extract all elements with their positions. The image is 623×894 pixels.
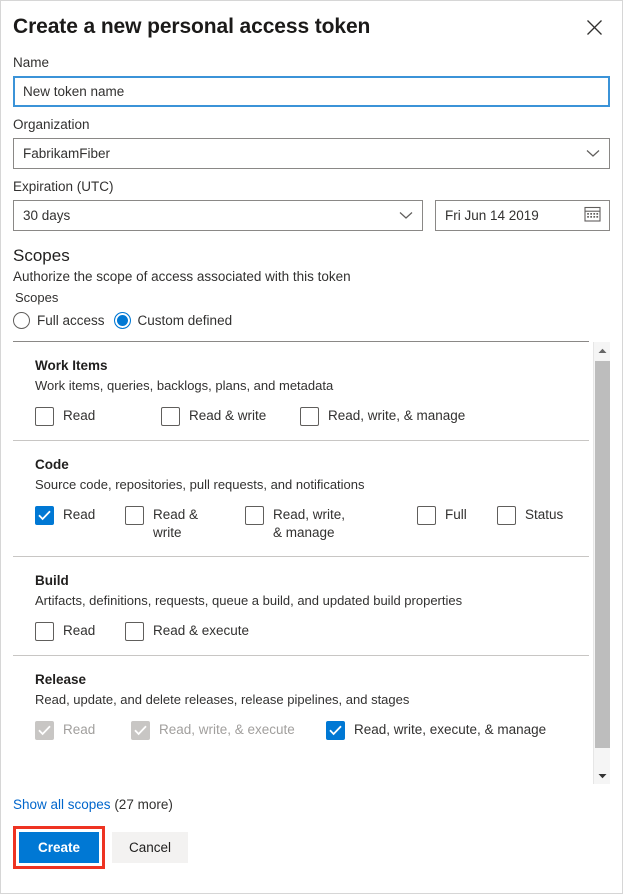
checkbox-icon-checked: [326, 721, 345, 740]
create-button[interactable]: Create: [19, 832, 100, 863]
checkbox-build-read[interactable]: Read: [35, 622, 125, 641]
scrollbar-thumb[interactable]: [595, 361, 610, 748]
scroll-down-arrow-icon[interactable]: [594, 767, 611, 784]
scopes-description: Authorize the scope of access associated…: [13, 269, 351, 284]
scope-checkbox-row: Read Read & execute: [35, 622, 589, 641]
checkbox-icon: [35, 407, 54, 426]
dialog-footer: Create Cancel: [13, 826, 610, 869]
scope-checkbox-row: Read Read, write, & execute Read, write,…: [35, 721, 589, 740]
checkbox-icon: [245, 506, 264, 525]
scope-group-title: Release: [35, 672, 87, 687]
scope-group-build: Build Artifacts, definitions, requests, …: [13, 557, 589, 656]
organization-select[interactable]: FabrikamFiber: [13, 138, 610, 169]
scope-group-title: Code: [35, 457, 69, 472]
organization-label: Organization: [13, 117, 90, 132]
close-button[interactable]: [578, 11, 610, 43]
scope-group-description: Source code, repositories, pull requests…: [35, 477, 365, 492]
name-input[interactable]: [13, 76, 610, 107]
checkbox-icon: [300, 407, 319, 426]
chevron-down-icon: [586, 145, 600, 163]
scope-list-wrap: Work Items Work items, queries, backlogs…: [13, 341, 610, 784]
scope-checkbox-row: Read Read & write Read, write, & manage: [35, 407, 589, 426]
checkbox-work-items-read-write[interactable]: Read & write: [161, 407, 300, 426]
checkbox-label: Status: [525, 507, 564, 522]
checkbox-icon: [125, 506, 144, 525]
expiration-date-field[interactable]: Fri Jun 14 2019: [435, 200, 610, 231]
checkbox-release-read: Read: [35, 721, 131, 740]
scope-group-description: Artifacts, definitions, requests, queue …: [35, 593, 463, 608]
checkbox-code-status[interactable]: Status: [497, 506, 563, 525]
scope-group-title: Work Items: [35, 358, 108, 373]
checkbox-label: Read, write, & execute: [159, 722, 295, 737]
create-pat-dialog: Create a new personal access token Name …: [0, 0, 623, 894]
dialog-header: Create a new personal access token: [13, 1, 610, 53]
scopes-radio-group-label: Scopes: [15, 290, 59, 305]
cancel-button[interactable]: Cancel: [112, 832, 189, 863]
checkbox-label: Read & execute: [153, 623, 250, 638]
checkbox-work-items-read-write-manage[interactable]: Read, write, & manage: [300, 407, 465, 426]
checkbox-release-read-write-execute: Read, write, & execute: [131, 721, 326, 740]
scope-group-work-items: Work Items Work items, queries, backlogs…: [13, 342, 589, 441]
radio-icon: [13, 312, 30, 329]
name-label: Name: [13, 55, 50, 70]
show-all-scopes-count: (27 more): [110, 797, 173, 812]
checkbox-release-read-write-execute-manage[interactable]: Read, write, execute, & manage: [326, 721, 546, 740]
checkbox-code-read-write-manage[interactable]: Read, write, & manage: [245, 506, 417, 542]
checkbox-label: Read: [63, 722, 96, 737]
radio-label: Full access: [37, 313, 105, 328]
checkbox-icon: [417, 506, 436, 525]
scope-group-title: Build: [35, 573, 69, 588]
expiration-preset-select[interactable]: 30 days: [13, 200, 423, 231]
calendar-icon: [584, 205, 601, 227]
scope-list-scrollbar[interactable]: [593, 342, 610, 784]
radio-icon-selected: [113, 312, 131, 329]
radio-custom-defined[interactable]: Custom defined: [113, 312, 233, 329]
checkbox-label: Read & write: [189, 408, 267, 423]
scope-group-code: Code Source code, repositories, pull req…: [13, 441, 589, 557]
checkbox-label: Read & write: [153, 507, 199, 540]
radio-label: Custom defined: [137, 313, 233, 328]
page-title: Create a new personal access token: [13, 15, 371, 38]
radio-full-access[interactable]: Full access: [13, 312, 105, 329]
expiration-preset-value: 30 days: [23, 208, 71, 223]
checkbox-icon: [35, 622, 54, 641]
scope-group-description: Read, update, and delete releases, relea…: [35, 692, 410, 707]
scopes-radio-group: Full access Custom defined: [13, 312, 610, 329]
checkbox-label: Full: [445, 507, 467, 522]
checkbox-label: Read, write, execute, & manage: [354, 722, 547, 737]
checkbox-label: Read, write, & manage: [328, 408, 466, 423]
scopes-heading: Scopes: [13, 246, 70, 265]
checkbox-label: Read: [63, 408, 96, 423]
organization-value: FabrikamFiber: [23, 146, 111, 161]
checkbox-icon-disabled-checked: [131, 721, 150, 740]
scope-group-release: Release Read, update, and delete release…: [13, 656, 589, 754]
close-icon: [586, 19, 603, 36]
checkbox-icon: [497, 506, 516, 525]
checkbox-icon-disabled-checked: [35, 721, 54, 740]
scope-list: Work Items Work items, queries, backlogs…: [13, 341, 589, 784]
create-button-highlight: Create: [13, 826, 106, 869]
checkbox-work-items-read[interactable]: Read: [35, 407, 161, 426]
checkbox-label: Read, write, & manage: [273, 507, 346, 540]
checkbox-icon-checked: [35, 506, 54, 525]
checkbox-code-read-write[interactable]: Read & write: [125, 506, 245, 542]
expiration-date-value: Fri Jun 14 2019: [445, 208, 539, 223]
checkbox-label: Read: [63, 507, 96, 522]
checkbox-build-read-execute[interactable]: Read & execute: [125, 622, 249, 641]
expiration-row: 30 days Fri Jun 14 2019: [13, 200, 610, 231]
scope-checkbox-row: Read Read & write Read, write, & manage: [35, 506, 589, 542]
checkbox-label: Read: [63, 623, 96, 638]
scope-group-description: Work items, queries, backlogs, plans, an…: [35, 378, 334, 393]
checkbox-code-read[interactable]: Read: [35, 506, 125, 525]
expiration-label: Expiration (UTC): [13, 179, 114, 194]
scroll-up-arrow-icon[interactable]: [594, 342, 611, 359]
checkbox-icon: [161, 407, 180, 426]
checkbox-code-full[interactable]: Full: [417, 506, 497, 525]
show-all-scopes: Show all scopes (27 more): [13, 795, 610, 814]
show-all-scopes-link[interactable]: Show all scopes: [13, 797, 111, 812]
chevron-down-icon: [399, 207, 413, 225]
checkbox-icon: [125, 622, 144, 641]
